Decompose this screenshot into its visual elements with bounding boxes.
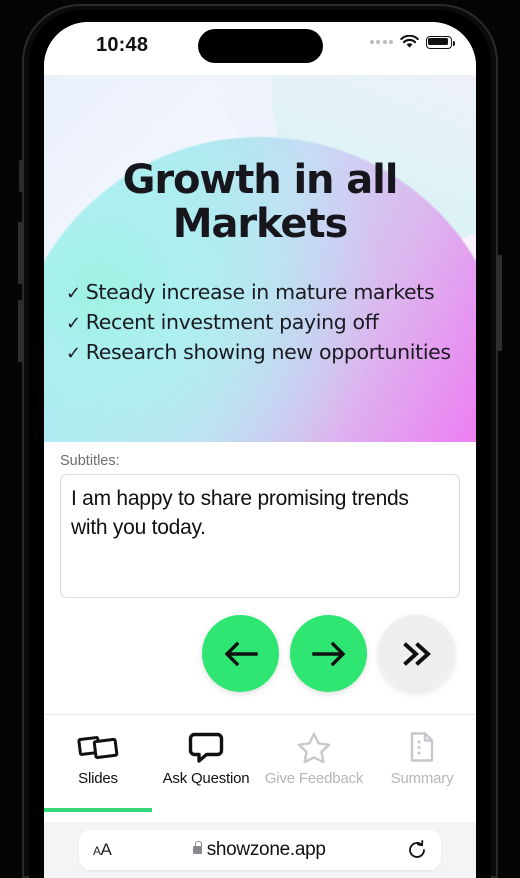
text-size-button[interactable]: AA [93, 840, 112, 860]
slide-bullet-item: ✓ Recent investment paying off [66, 308, 466, 338]
previous-slide-button[interactable] [202, 615, 279, 692]
slide-title: Growth in all Markets [122, 157, 399, 247]
lock-icon [192, 841, 202, 854]
tab-ask-question-label: Ask Question [162, 770, 250, 787]
status-bar: 10:48 [44, 22, 476, 75]
status-time: 10:48 [96, 34, 149, 56]
document-icon [410, 732, 434, 762]
reload-icon[interactable] [407, 840, 427, 860]
active-tab-indicator [44, 808, 152, 812]
phone-frame: 10:48 Growth in all Markets ✓ Steady inc… [0, 0, 520, 878]
volume-down-button[interactable] [18, 300, 24, 362]
slide-bullet-list: ✓ Steady increase in mature markets ✓ Re… [66, 278, 466, 368]
battery-full-icon [426, 35, 455, 49]
double-chevron-right-icon [402, 641, 431, 666]
chat-bubble-icon [188, 732, 224, 763]
slide-bullet-text: Research showing new opportunities [85, 339, 451, 364]
arrow-right-icon [311, 641, 345, 666]
subtitle-section: Subtitles: I am happy to share promising… [44, 442, 476, 598]
url-text: showzone.app [206, 839, 326, 860]
subtitle-label: Subtitles: [60, 453, 120, 469]
dynamic-island [198, 29, 323, 63]
check-icon: ✓ [66, 312, 81, 334]
slide-bullet-text: Steady increase in mature markets [85, 280, 435, 304]
slide-bullet-item: ✓ Steady increase in mature markets [66, 278, 466, 308]
check-icon: ✓ [66, 283, 81, 304]
url-bar[interactable]: AA showzone.app [79, 830, 441, 870]
tab-give-feedback-label: Give Feedback [264, 770, 364, 787]
slide-content: Growth in all Markets ✓ Steady increase … [44, 75, 476, 442]
mute-switch-button[interactable] [19, 160, 24, 192]
power-button[interactable] [496, 255, 502, 351]
check-icon: ✓ [66, 342, 81, 364]
tab-slides-label: Slides [78, 770, 118, 787]
subtitle-textbox[interactable]: I am happy to share promising trends wit… [60, 474, 460, 598]
tab-give-feedback[interactable]: Give Feedback [260, 715, 368, 812]
phone-screen: 10:48 Growth in all Markets ✓ Steady inc… [44, 22, 476, 878]
slide-bullet-text: Recent investment paying off [85, 309, 379, 334]
slide-canvas[interactable]: Growth in all Markets ✓ Steady increase … [44, 75, 476, 442]
star-icon [297, 732, 331, 763]
volume-up-button[interactable] [18, 222, 24, 284]
signal-dots-icon [369, 40, 393, 44]
skip-forward-button[interactable] [378, 615, 455, 692]
status-indicators [369, 35, 455, 49]
slide-bullet-item: ✓ Research showing new opportunities [66, 338, 466, 368]
arrow-left-icon [224, 641, 258, 666]
bottom-tab-bar: Slides Ask Question Give Feedback Summar… [44, 714, 476, 812]
tab-ask-question[interactable]: Ask Question [152, 715, 260, 812]
tab-summary[interactable]: Summary [368, 715, 476, 812]
slide-controls [44, 598, 476, 692]
wifi-icon [400, 35, 419, 48]
tab-slides[interactable]: Slides [44, 715, 152, 812]
next-slide-button[interactable] [290, 615, 367, 692]
slides-icon [77, 736, 119, 759]
url-display[interactable]: showzone.app [111, 839, 407, 861]
tab-summary-label: Summary [390, 770, 454, 787]
browser-toolbar: AA showzone.app [44, 822, 476, 878]
